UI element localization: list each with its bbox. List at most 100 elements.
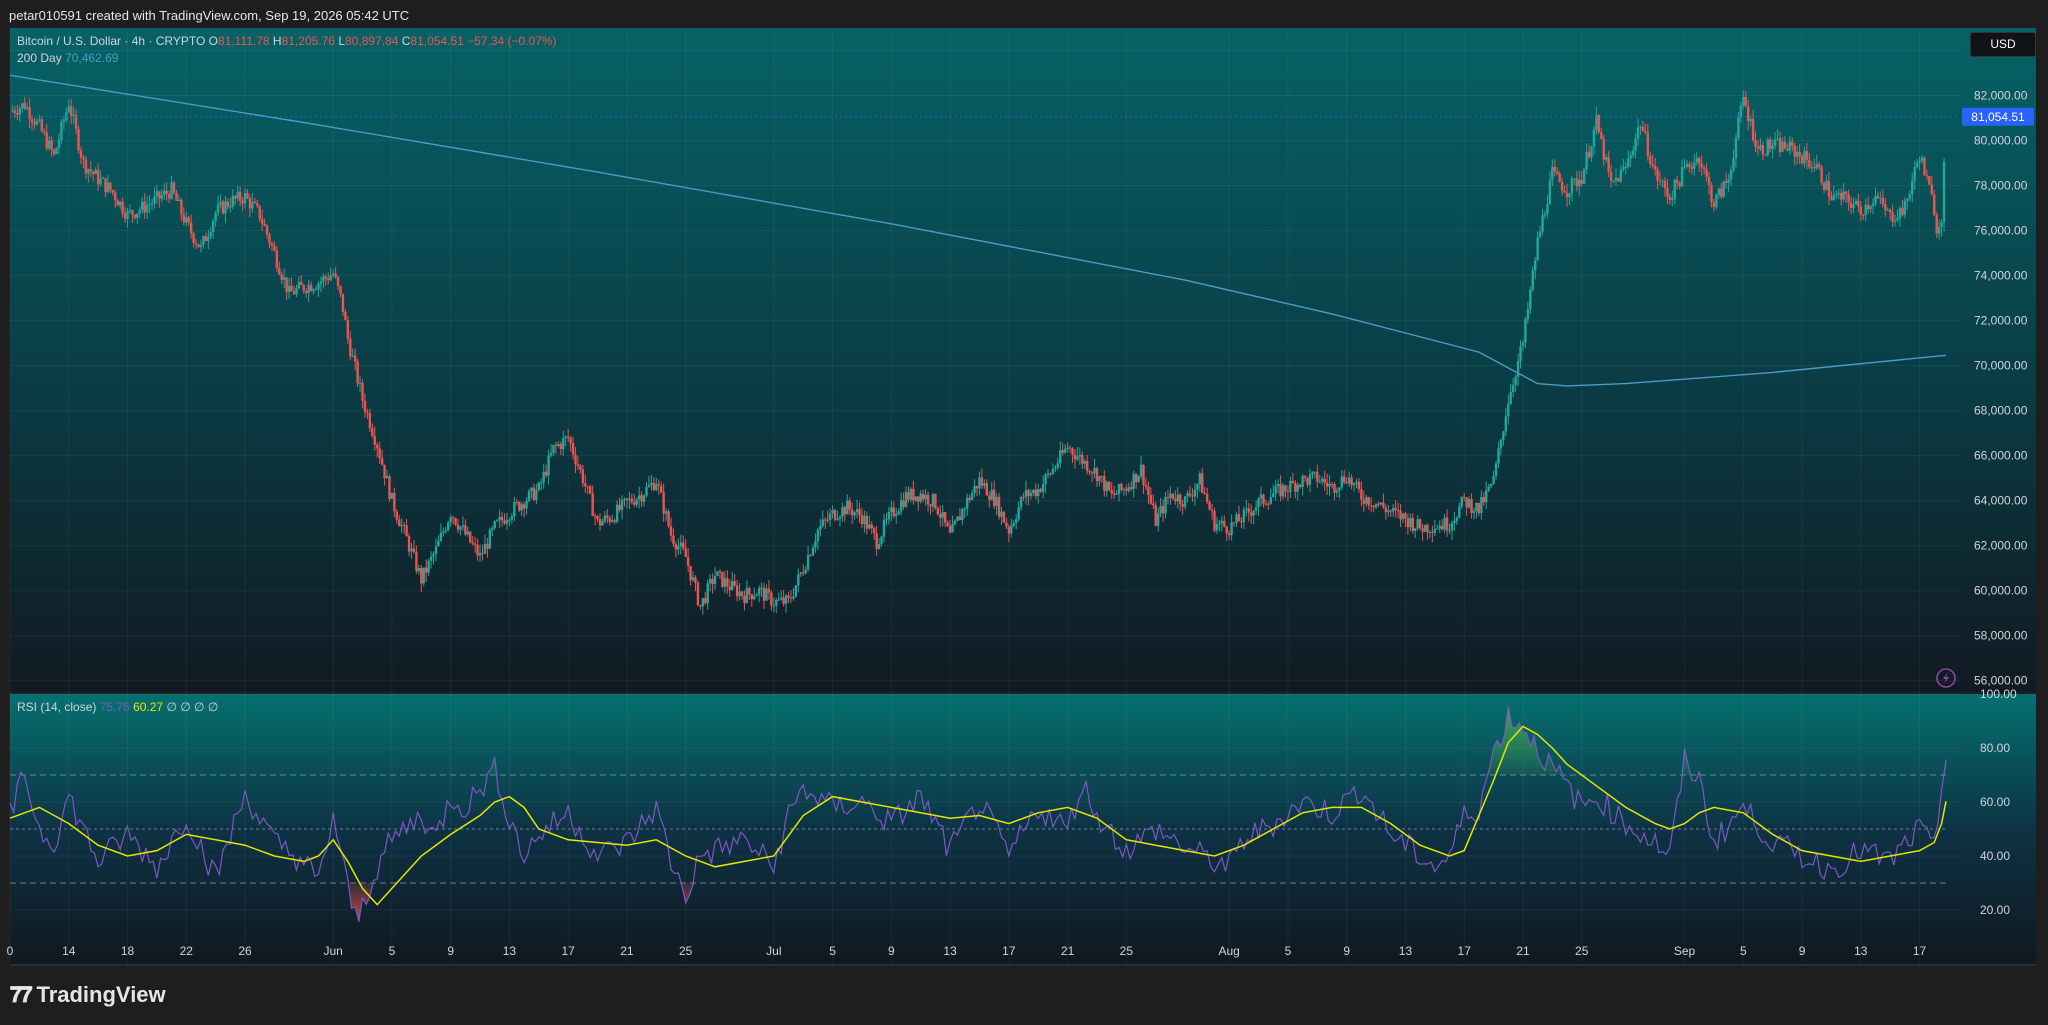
candle-body: [1624, 166, 1627, 168]
candle-body: [1563, 190, 1566, 193]
candle-body: [204, 236, 208, 241]
candle-body: [1169, 493, 1172, 498]
candle-body: [1436, 528, 1439, 530]
candle-body: [1147, 486, 1150, 496]
candle-body: [1110, 490, 1113, 494]
candle-body: [270, 243, 274, 246]
candle-body: [1428, 532, 1432, 534]
candle-body: [789, 597, 793, 599]
candle-body: [1029, 492, 1033, 497]
candle-body: [660, 485, 663, 493]
time-tick-label: 21: [1516, 944, 1530, 958]
candle-body: [1139, 464, 1143, 477]
price-chart[interactable]: 84,000.0082,000.0080,000.0078,000.0076,0…: [0, 0, 2048, 1025]
candle-body: [1783, 141, 1787, 149]
candle-body: [1915, 162, 1919, 168]
candle-body: [1771, 145, 1774, 150]
candle-body: [368, 412, 372, 429]
candle-body: [669, 526, 673, 536]
candle-body: [1653, 165, 1657, 170]
candle-body: [427, 560, 430, 573]
candle-body: [1365, 497, 1368, 504]
candle-body: [1585, 152, 1588, 170]
candle-body: [319, 281, 323, 284]
candle-body: [936, 507, 940, 515]
candle-body: [1600, 132, 1603, 139]
candle-body: [282, 277, 286, 280]
candle-body: [970, 492, 974, 500]
candle-body: [444, 530, 447, 532]
candle-body: [1122, 488, 1126, 490]
candle-body: [476, 544, 479, 556]
footer-brand[interactable]: 𝟕𝟕 TradingView: [10, 982, 166, 1008]
candle-body: [25, 107, 29, 109]
candle-body: [187, 217, 190, 223]
candle-body: [1634, 138, 1637, 151]
candle-body: [579, 466, 582, 470]
candle-body: [1727, 179, 1730, 183]
candle-body: [1769, 139, 1772, 150]
candle-body: [571, 443, 575, 455]
candle-body: [1685, 164, 1689, 167]
candle-body: [1117, 483, 1121, 494]
candle-body: [1901, 207, 1904, 215]
candle-body: [1181, 503, 1184, 507]
candle-body: [18, 108, 21, 115]
candle-body: [177, 199, 181, 201]
candle-body: [1017, 507, 1020, 520]
currency-button[interactable]: USD: [1970, 32, 2036, 57]
candle-body: [295, 288, 298, 295]
open-label: O: [208, 34, 218, 48]
candle-body: [850, 509, 854, 516]
candle-body: [1120, 483, 1123, 490]
candle-body: [1144, 484, 1148, 487]
candle-body: [1269, 497, 1272, 504]
candle-body: [1105, 482, 1108, 491]
candle-body: [589, 486, 592, 494]
candle-body: [613, 520, 616, 522]
ma-label[interactable]: 200 Day: [17, 51, 62, 65]
candle-body: [1827, 180, 1831, 197]
candle-body: [55, 148, 58, 154]
candle-body: [1225, 526, 1228, 534]
time-tick-label: Jul: [766, 944, 781, 958]
candle-body: [1267, 503, 1270, 505]
candle-body: [1734, 138, 1738, 159]
candle-body: [672, 535, 675, 544]
candle-body: [980, 477, 984, 486]
candle-body: [738, 591, 741, 597]
candle-body: [826, 519, 829, 521]
candle-body: [57, 139, 61, 149]
candle-body: [378, 448, 381, 458]
candle-body: [530, 487, 533, 492]
candle-body: [846, 500, 849, 515]
candle-body: [1690, 167, 1694, 169]
candle-body: [1377, 503, 1380, 505]
candle-body: [914, 496, 918, 501]
candle-body: [1218, 523, 1221, 525]
candle-body: [285, 277, 288, 293]
candle-body: [726, 578, 729, 587]
candle-body: [691, 577, 695, 581]
candle-body: [966, 497, 969, 509]
change-value: −57.34 (−0.07%): [467, 34, 557, 48]
candle-body: [1179, 494, 1182, 504]
symbol-label[interactable]: Bitcoin / U.S. Dollar · 4h · CRYPTO: [17, 34, 205, 48]
candle-body: [1678, 183, 1681, 187]
candle-body: [1176, 494, 1179, 502]
candle-body: [165, 190, 168, 194]
candle-body: [1142, 464, 1145, 485]
candle-body: [143, 201, 146, 213]
candle-body: [1859, 206, 1863, 215]
candle-body: [1161, 506, 1165, 514]
candle-body: [667, 511, 670, 527]
candle-body: [265, 225, 269, 235]
candle-body: [1406, 518, 1410, 528]
candle-body: [1849, 202, 1853, 208]
candle-body: [633, 502, 636, 505]
high-label: H: [272, 34, 282, 48]
candle-body: [765, 588, 768, 601]
candle-body: [1497, 448, 1500, 464]
rsi-label[interactable]: RSI (14, close): [17, 700, 96, 714]
candle-body: [383, 464, 386, 479]
